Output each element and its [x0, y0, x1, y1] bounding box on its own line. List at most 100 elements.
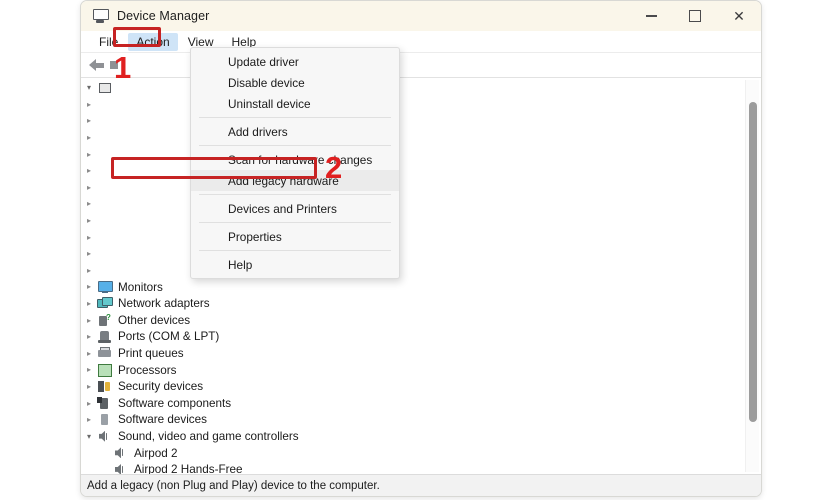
- tree-row-print-queues[interactable]: ▸ Print queues: [81, 346, 761, 363]
- chevron-right-icon[interactable]: ▸: [81, 266, 97, 275]
- scrollbar-thumb[interactable]: [748, 102, 757, 422]
- chevron-right-icon[interactable]: ▸: [81, 233, 97, 242]
- printer-icon: [97, 347, 113, 361]
- chevron-right-icon[interactable]: ▸: [81, 316, 97, 325]
- chevron-down-icon[interactable]: ▾: [81, 432, 97, 441]
- tree-row-hidden[interactable]: ▸: [81, 263, 761, 280]
- chevron-right-icon[interactable]: ▸: [81, 300, 97, 308]
- menu-item-add-legacy-hardware[interactable]: Add legacy hardware: [191, 170, 399, 191]
- tree-label: Airpod 2 Hands-Free: [134, 463, 243, 474]
- menu-separator: [199, 117, 391, 118]
- tree-row-other-devices[interactable]: ▸ ? Other devices: [81, 312, 761, 329]
- chevron-right-icon[interactable]: ▸: [81, 117, 97, 125]
- chevron-right-icon[interactable]: ▸: [81, 283, 97, 291]
- tree-row-network-adapters[interactable]: ▸ Network adapters: [81, 296, 761, 313]
- chevron-right-icon[interactable]: ▸: [81, 150, 97, 159]
- close-button[interactable]: ✕: [717, 1, 761, 31]
- tree-row-hidden[interactable]: ▸: [81, 163, 761, 180]
- processor-icon: [97, 363, 113, 378]
- chevron-right-icon[interactable]: ▸: [81, 167, 97, 175]
- tree-row-hidden[interactable]: ▸: [81, 213, 761, 230]
- device-tree-panel: ▾ ▸ ▸ ▸ ▸ ▸ ▸ ▸ ▸ ▸ ▸ ▸ ▸ Monitors ▸ Net…: [81, 78, 761, 474]
- vertical-scrollbar[interactable]: [745, 80, 759, 472]
- chevron-right-icon[interactable]: ▸: [81, 100, 97, 109]
- chevron-right-icon[interactable]: ▸: [81, 349, 97, 358]
- tree-row-ports[interactable]: ▸ Ports (COM & LPT): [81, 329, 761, 346]
- tree-label: Other devices: [118, 313, 191, 327]
- menu-item-update-driver[interactable]: Update driver: [191, 51, 399, 72]
- tree-row-root[interactable]: ▾: [81, 80, 761, 97]
- tree-row-monitors[interactable]: ▸ Monitors: [81, 279, 761, 296]
- menu-action[interactable]: Action: [128, 32, 178, 51]
- tree-row-software-devices[interactable]: ▸ Software devices: [81, 412, 761, 429]
- chevron-right-icon[interactable]: ▸: [81, 250, 97, 258]
- menu-separator: [199, 145, 391, 146]
- tree-row-hidden[interactable]: ▸: [81, 113, 761, 130]
- chevron-right-icon[interactable]: ▸: [81, 183, 97, 192]
- chevron-right-icon[interactable]: ▸: [81, 382, 97, 391]
- speaker-icon: [113, 463, 129, 474]
- security-device-icon: [97, 380, 113, 394]
- tree-row-security-devices[interactable]: ▸ Security devices: [81, 379, 761, 396]
- tree-row-airpod-2[interactable]: Airpod 2: [81, 445, 761, 462]
- tree-row-hidden[interactable]: ▸: [81, 180, 761, 197]
- network-adapter-icon: [97, 297, 113, 311]
- speaker-icon: [113, 446, 129, 460]
- tree-row-airpod-2-hands-free[interactable]: Airpod 2 Hands-Free: [81, 462, 761, 474]
- tree-row-sound-controllers[interactable]: ▾ Sound, video and game controllers: [81, 428, 761, 445]
- other-device-icon: ?: [97, 313, 113, 328]
- menu-separator: [199, 194, 391, 195]
- port-icon: [97, 330, 113, 344]
- device-tree: ▾ ▸ ▸ ▸ ▸ ▸ ▸ ▸ ▸ ▸ ▸ ▸ ▸ Monitors ▸ Net…: [81, 78, 761, 474]
- tree-row-hidden[interactable]: ▸: [81, 229, 761, 246]
- menu-item-add-drivers[interactable]: Add drivers: [191, 121, 399, 142]
- tree-label: Monitors: [118, 280, 163, 294]
- tree-label: Software components: [118, 396, 232, 410]
- maximize-button[interactable]: [673, 1, 717, 31]
- screenshot-root: Device Manager ✕ File Action View Help ▾…: [0, 0, 840, 500]
- tree-label: Airpod 2: [134, 446, 178, 460]
- chevron-right-icon[interactable]: ▸: [81, 134, 97, 142]
- menu-separator: [199, 250, 391, 251]
- tree-row-hidden[interactable]: ▸: [81, 97, 761, 114]
- menu-separator: [199, 222, 391, 223]
- device-manager-icon: [92, 8, 109, 24]
- back-arrow-icon[interactable]: [89, 58, 104, 72]
- chevron-right-icon[interactable]: ▸: [81, 200, 97, 208]
- tree-label: Security devices: [118, 380, 204, 394]
- tree-row-hidden[interactable]: ▸: [81, 146, 761, 163]
- menu-item-scan-for-hardware-changes[interactable]: Scan for hardware changes: [191, 149, 399, 170]
- chevron-right-icon[interactable]: ▸: [81, 333, 97, 341]
- tree-row-hidden[interactable]: ▸: [81, 246, 761, 263]
- device-manager-window: Device Manager ✕ File Action View Help ▾…: [80, 0, 762, 497]
- chevron-right-icon[interactable]: ▸: [81, 399, 97, 408]
- menu-item-help[interactable]: Help: [191, 254, 399, 275]
- menu-item-uninstall-device[interactable]: Uninstall device: [191, 93, 399, 114]
- minimize-button[interactable]: [629, 1, 673, 31]
- menu-file[interactable]: File: [91, 33, 126, 51]
- tree-row-processors[interactable]: ▸ Processors: [81, 362, 761, 379]
- chevron-down-icon[interactable]: ▾: [81, 84, 97, 92]
- menu-item-properties[interactable]: Properties: [191, 226, 399, 247]
- action-dropdown-menu: Update driver Disable device Uninstall d…: [190, 47, 400, 279]
- annotation-number-1: 1: [114, 50, 132, 85]
- tree-row-software-components[interactable]: ▸ Software components: [81, 395, 761, 412]
- status-text: Add a legacy (non Plug and Play) device …: [87, 479, 380, 492]
- sound-controller-icon: [97, 430, 113, 444]
- annotation-number-2: 2: [325, 150, 343, 185]
- menu-item-disable-device[interactable]: Disable device: [191, 72, 399, 93]
- toolbar: [81, 53, 761, 78]
- chevron-right-icon[interactable]: ▸: [81, 416, 97, 424]
- title-bar: Device Manager ✕: [81, 1, 761, 31]
- tree-label: Ports (COM & LPT): [118, 330, 220, 344]
- tree-row-hidden[interactable]: ▸: [81, 196, 761, 213]
- status-bar: Add a legacy (non Plug and Play) device …: [81, 474, 761, 496]
- computer-root-icon: [97, 81, 113, 95]
- chevron-right-icon[interactable]: ▸: [81, 217, 97, 225]
- tree-label: Processors: [118, 363, 177, 377]
- monitor-icon: [97, 280, 113, 294]
- menu-item-devices-and-printers[interactable]: Devices and Printers: [191, 198, 399, 219]
- chevron-right-icon[interactable]: ▸: [81, 366, 97, 374]
- tree-row-hidden[interactable]: ▸: [81, 130, 761, 147]
- window-controls: ✕: [629, 1, 761, 31]
